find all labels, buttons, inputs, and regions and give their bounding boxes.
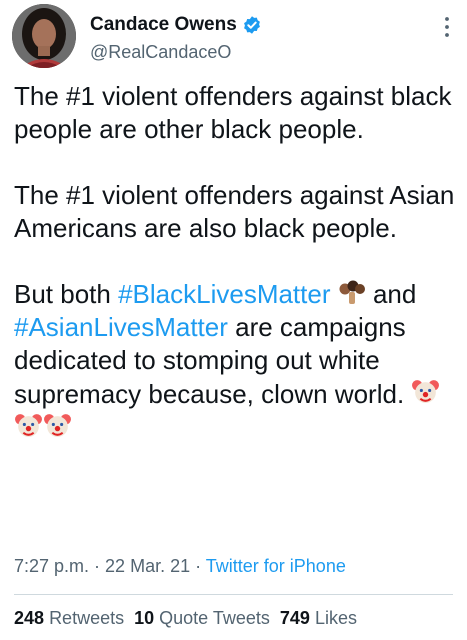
quote-tweets-stat[interactable]: 10 Quote Tweets: [134, 608, 270, 628]
handle[interactable]: @RealCandaceO: [90, 42, 231, 63]
tweet-text-segment: and: [372, 279, 417, 309]
tweet-stats: 248 Retweets 10 Quote Tweets 749 Likes: [14, 608, 357, 629]
tweet-date[interactable]: 22 Mar. 21: [105, 556, 190, 576]
retweets-label: Retweets: [49, 608, 125, 628]
avatar[interactable]: [12, 4, 76, 68]
more-vertical-icon[interactable]: [441, 14, 453, 40]
tweet-paragraph-2: The #1 violent offenders against Asian A…: [14, 180, 455, 243]
display-name[interactable]: Candace Owens: [90, 14, 237, 36]
clown-face-emoji: [412, 380, 440, 403]
hashtag-blacklivesmatter[interactable]: #BlackLivesMatter: [118, 279, 330, 309]
avatar-image: [12, 4, 76, 68]
tweet-text: The #1 violent offenders against black p…: [14, 80, 456, 445]
verified-badge-icon: [243, 16, 260, 34]
clown-face-emoji: [44, 414, 71, 437]
quote-tweets-count: 10: [134, 608, 155, 628]
tweet-header: Candace Owens @RealCandaceO: [12, 4, 455, 68]
raised-fists-emoji: [339, 280, 365, 304]
tweet-text-segment: But both: [14, 279, 119, 309]
meta-separator: ·: [89, 556, 106, 576]
divider: [14, 594, 453, 595]
likes-stat[interactable]: 749 Likes: [280, 608, 357, 628]
retweets-count: 248: [14, 608, 45, 628]
tweet-paragraph-1: The #1 violent offenders against black p…: [14, 81, 452, 144]
tweet-paragraph-3: But both #BlackLivesMatter and #AsianLiv…: [14, 278, 456, 445]
likes-label: Likes: [314, 608, 357, 628]
hashtag-asianlivesmatter[interactable]: #AsianLivesMatter: [14, 312, 228, 342]
tweet: Candace Owens @RealCandaceO The #1 viole…: [0, 0, 467, 640]
quote-tweets-label: Quote Tweets: [159, 608, 270, 628]
meta-separator: ·: [190, 556, 206, 576]
tweet-source-link[interactable]: Twitter for iPhone: [206, 556, 346, 576]
tweet-time[interactable]: 7:27 p.m.: [14, 556, 89, 576]
retweets-stat[interactable]: 248 Retweets: [14, 608, 124, 628]
clown-face-emoji: [15, 414, 42, 437]
likes-count: 749: [279, 608, 310, 628]
display-name-row: Candace Owens: [90, 12, 262, 38]
tweet-meta: 7:27 p.m. · 22 Mar. 21 · Twitter for iPh…: [14, 556, 346, 577]
